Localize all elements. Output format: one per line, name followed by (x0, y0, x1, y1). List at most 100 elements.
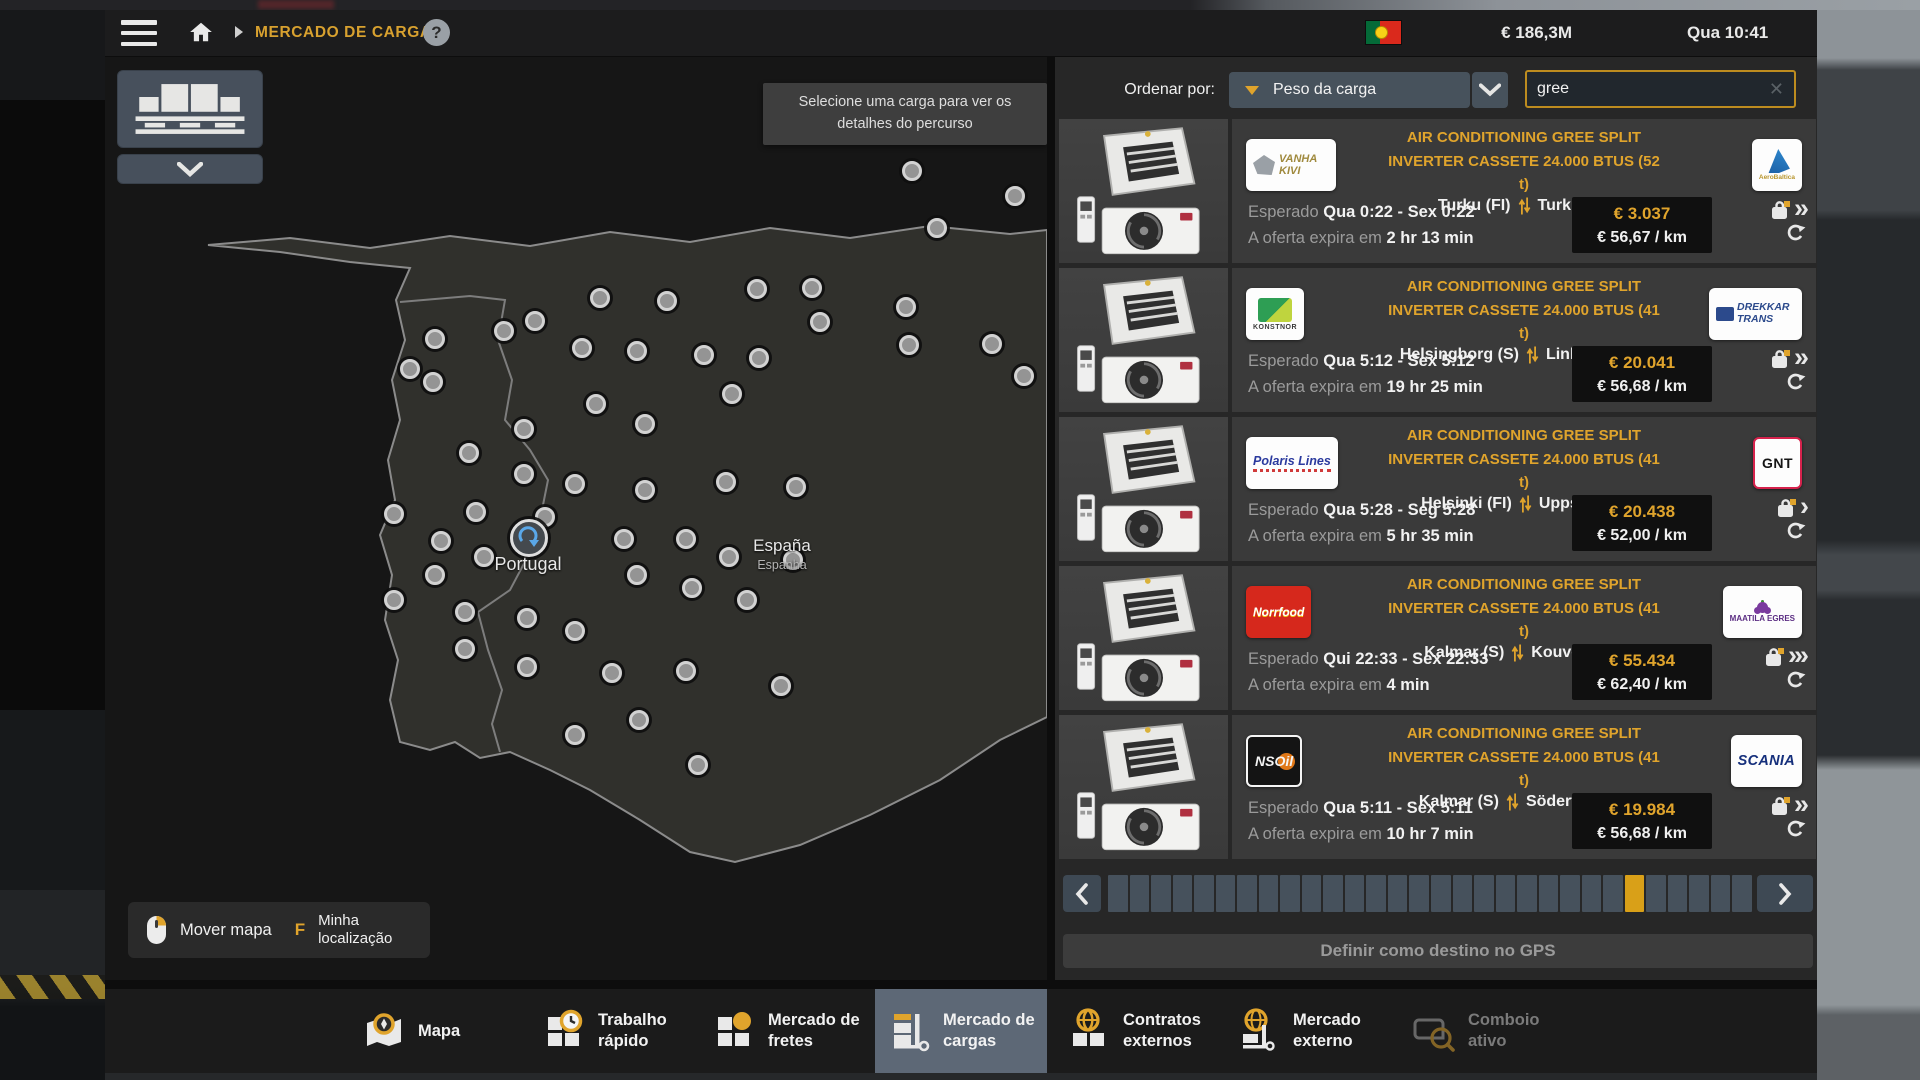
city-marker[interactable] (747, 279, 767, 299)
city-marker[interactable] (657, 291, 677, 311)
city-marker[interactable] (517, 657, 537, 677)
pagination-block[interactable] (1496, 875, 1516, 912)
city-marker[interactable] (400, 359, 420, 379)
pagination-block[interactable] (1388, 875, 1408, 912)
nav-mercado-de-cargas[interactable]: Mercado de cargas (875, 989, 1047, 1073)
city-marker[interactable] (771, 676, 791, 696)
city-marker[interactable] (517, 608, 537, 628)
cargo-offer-content[interactable]: Polaris Lines GNT AIR CONDITIONING GREE … (1232, 417, 1816, 561)
pagination-block[interactable] (1366, 875, 1386, 912)
pagination-block[interactable] (1539, 875, 1559, 912)
cargo-offer-content[interactable]: Norrfood MAATILA EGRES AIR CONDITIONING … (1232, 566, 1816, 710)
pagination-block[interactable] (1409, 875, 1429, 912)
set-gps-destination-button[interactable]: Definir como destino no GPS (1063, 934, 1813, 968)
nav-trabalho-rapido[interactable]: Trabalho rápido (530, 989, 702, 1073)
city-marker[interactable] (682, 578, 702, 598)
cargo-offer-row[interactable]: VANHA KIVI AeroBaltica AIR CONDITIONING … (1059, 119, 1816, 263)
cargo-offer-content[interactable]: NSOil SCANIA AIR CONDITIONING GREE SPLIT… (1232, 715, 1816, 859)
city-marker[interactable] (466, 502, 486, 522)
help-icon[interactable]: ? (423, 19, 450, 46)
cargo-offer-row[interactable]: Polaris Lines GNT AIR CONDITIONING GREE … (1059, 417, 1816, 561)
city-marker[interactable] (635, 414, 655, 434)
pagination-block[interactable] (1582, 875, 1602, 912)
city-marker[interactable] (722, 384, 742, 404)
player-location-marker[interactable] (510, 519, 548, 557)
menu-icon[interactable] (121, 20, 157, 46)
cargo-offer-row[interactable]: Norrfood MAATILA EGRES AIR CONDITIONING … (1059, 566, 1816, 710)
pagination-block[interactable] (1259, 875, 1279, 912)
city-marker[interactable] (455, 639, 475, 659)
cargo-thumbnail[interactable] (1059, 715, 1228, 859)
city-marker[interactable] (455, 602, 475, 622)
city-marker[interactable] (384, 590, 404, 610)
city-marker[interactable] (902, 161, 922, 181)
pagination-block[interactable] (1474, 875, 1494, 912)
pagination-block[interactable] (1711, 875, 1731, 912)
collapse-panel-button[interactable] (117, 154, 263, 184)
nav-mercado-externo[interactable]: Mercado externo (1225, 989, 1397, 1073)
city-marker[interactable] (694, 345, 714, 365)
cargo-offer-content[interactable]: VANHA KIVI AeroBaltica AIR CONDITIONING … (1232, 119, 1816, 263)
city-marker[interactable] (423, 372, 443, 392)
city-marker[interactable] (565, 725, 585, 745)
city-marker[interactable] (602, 663, 622, 683)
pagination-block-active[interactable] (1625, 875, 1645, 912)
cargo-filter-button[interactable] (117, 70, 263, 148)
city-marker[interactable] (802, 278, 822, 298)
city-marker[interactable] (525, 311, 545, 331)
pagination-block[interactable] (1108, 875, 1128, 912)
city-marker[interactable] (572, 338, 592, 358)
city-marker[interactable] (1005, 186, 1025, 206)
pagination-block[interactable] (1173, 875, 1193, 912)
cargo-offer-row[interactable]: NSOil SCANIA AIR CONDITIONING GREE SPLIT… (1059, 715, 1816, 859)
city-marker[interactable] (586, 394, 606, 414)
city-marker[interactable] (514, 464, 534, 484)
cargo-offer-row[interactable]: KONSTNOR DREKKAR TRANS AIR CONDITIONING … (1059, 268, 1816, 412)
cargo-offer-content[interactable]: KONSTNOR DREKKAR TRANS AIR CONDITIONING … (1232, 268, 1816, 412)
city-marker[interactable] (635, 480, 655, 500)
city-marker[interactable] (810, 312, 830, 332)
pagination-block[interactable] (1453, 875, 1473, 912)
cargo-thumbnail[interactable] (1059, 268, 1228, 412)
pagination-block[interactable] (1431, 875, 1451, 912)
pagination-block[interactable] (1194, 875, 1214, 912)
cargo-thumbnail[interactable] (1059, 566, 1228, 710)
pagination-block[interactable] (1560, 875, 1580, 912)
city-marker[interactable] (676, 529, 696, 549)
city-marker[interactable] (627, 565, 647, 585)
pagination-block[interactable] (1323, 875, 1343, 912)
home-icon[interactable] (185, 18, 217, 48)
pagination-block[interactable] (1216, 875, 1236, 912)
city-marker[interactable] (431, 531, 451, 551)
city-marker[interactable] (494, 321, 514, 341)
pagination-block[interactable] (1732, 875, 1752, 912)
city-marker[interactable] (565, 474, 585, 494)
city-marker[interactable] (676, 661, 696, 681)
pagination-block[interactable] (1345, 875, 1365, 912)
clear-search-icon[interactable]: ✕ (1759, 79, 1794, 100)
city-marker[interactable] (629, 710, 649, 730)
pagination-block[interactable] (1237, 875, 1257, 912)
city-marker[interactable] (899, 335, 919, 355)
pagination-block[interactable] (1151, 875, 1171, 912)
pagination-block[interactable] (1603, 875, 1623, 912)
city-marker[interactable] (1014, 366, 1034, 386)
pagination-block[interactable] (1668, 875, 1688, 912)
nav-contratos-externos[interactable]: Contratos externos (1055, 989, 1227, 1073)
city-marker[interactable] (749, 348, 769, 368)
city-marker[interactable] (982, 334, 1002, 354)
city-marker[interactable] (459, 443, 479, 463)
city-marker[interactable] (565, 621, 585, 641)
city-marker[interactable] (425, 565, 445, 585)
pagination-block[interactable] (1302, 875, 1322, 912)
city-marker[interactable] (786, 477, 806, 497)
pagination-block[interactable] (1689, 875, 1709, 912)
nav-comboio-ativo[interactable]: Comboio ativo (1400, 989, 1572, 1073)
search-input[interactable] (1527, 80, 1759, 98)
pagination-block[interactable] (1517, 875, 1537, 912)
city-marker[interactable] (896, 297, 916, 317)
pagination-block[interactable] (1130, 875, 1150, 912)
pagination-block[interactable] (1646, 875, 1666, 912)
city-marker[interactable] (590, 288, 610, 308)
pagination-next-button[interactable] (1757, 875, 1813, 912)
